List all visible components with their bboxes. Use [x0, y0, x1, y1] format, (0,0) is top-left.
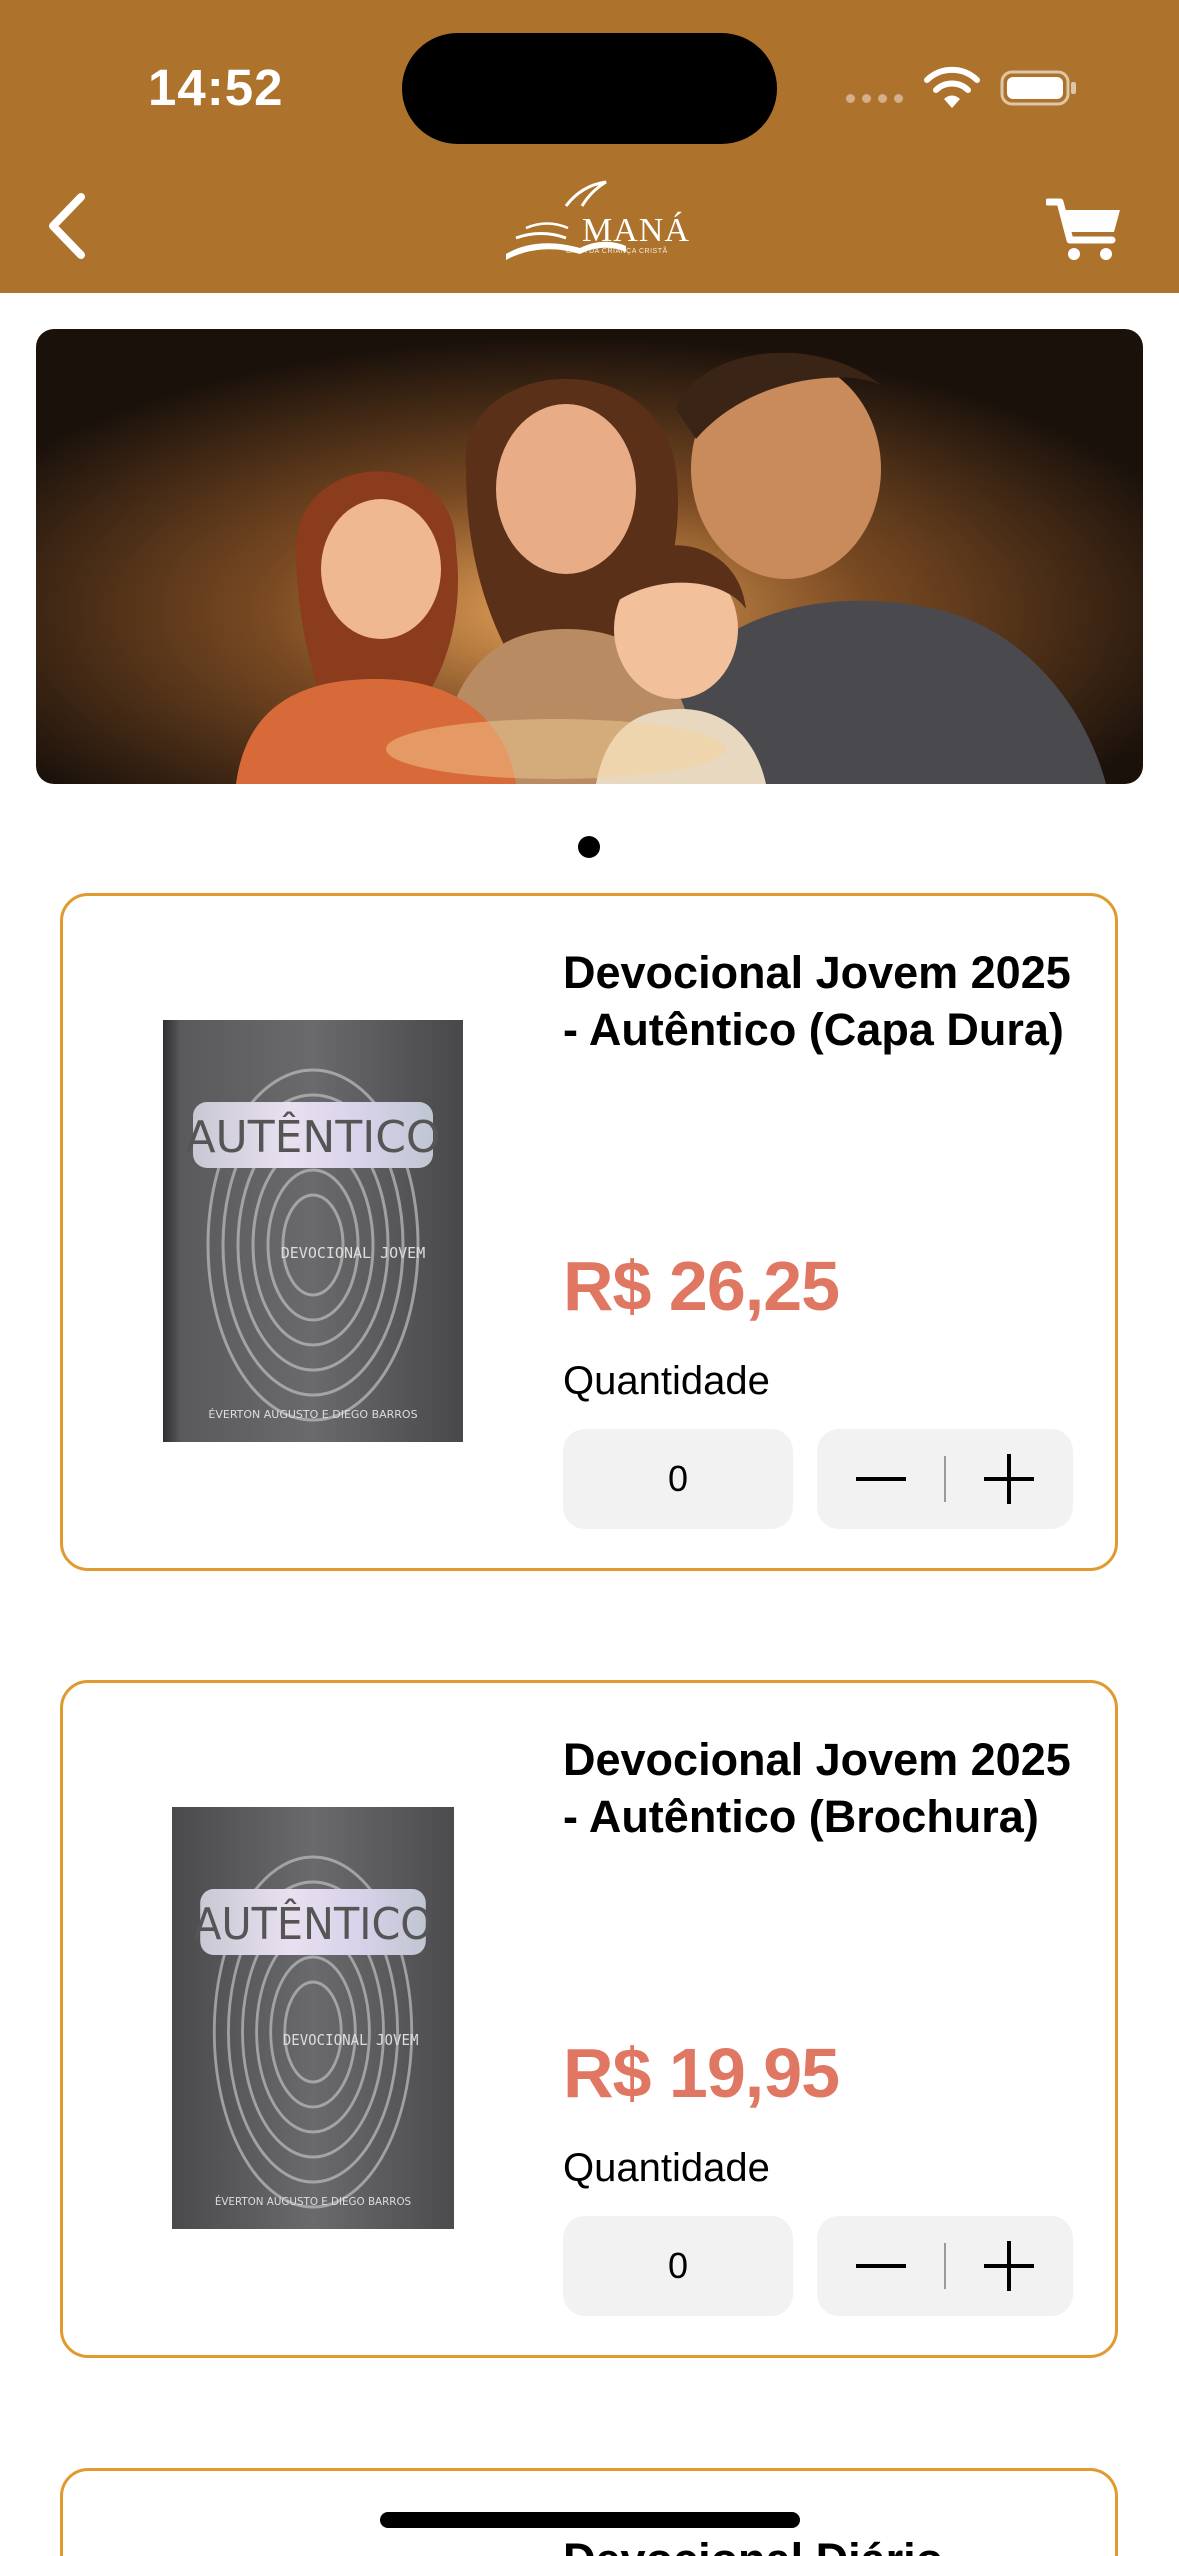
product-price: R$ 26,25	[563, 1247, 840, 1325]
quantity-label: Quantidade	[563, 2146, 770, 2190]
promo-banner-image[interactable]	[36, 329, 1143, 784]
decrement-button[interactable]	[817, 2216, 945, 2316]
minus-icon	[856, 2264, 906, 2268]
cart-button[interactable]	[1046, 196, 1124, 262]
plus-icon	[984, 1454, 1034, 1504]
chevron-left-icon	[49, 193, 85, 259]
product-card[interactable]: AUTÊNTICO DEVOCIONAL JOVEM ÉVERTON AUGUS…	[60, 893, 1118, 1571]
quantity-stepper[interactable]	[817, 2216, 1073, 2316]
logo-text: MANÁ	[582, 212, 690, 249]
plus-icon	[984, 2241, 1034, 2291]
cover-subtitle: DEVOCIONAL JOVEM	[281, 1244, 426, 1262]
status-time: 14:52	[148, 59, 284, 116]
cover-title: AUTÊNTICO	[193, 1898, 433, 1951]
cover-authors: ÉVERTON AUGUSTO E DIEGO BARROS	[215, 2195, 411, 2208]
back-button[interactable]	[36, 186, 96, 266]
wifi-icon	[924, 66, 980, 108]
product-title[interactable]: Devocional Diário	[563, 2531, 1093, 2556]
quantity-label: Quantidade	[563, 1359, 770, 1403]
home-indicator[interactable]	[380, 2512, 800, 2528]
book-cover-image: AUTÊNTICO DEVOCIONAL JOVEM ÉVERTON AUGUS…	[163, 1020, 463, 1442]
increment-button[interactable]	[945, 1429, 1073, 1529]
cart-icon	[1046, 198, 1120, 260]
app-header: 14:52 MANÁ CASA DA CRIANÇA CRISTÃ	[0, 0, 1179, 293]
quantity-field[interactable]: 0	[563, 2216, 793, 2316]
quantity-stepper[interactable]	[817, 1429, 1073, 1529]
decrement-button[interactable]	[817, 1429, 945, 1529]
product-title[interactable]: Devocional Jovem 2025 - Autêntico (Capa …	[563, 944, 1093, 1058]
cover-title: AUTÊNTICO	[185, 1110, 440, 1163]
product-card[interactable]: AUTÊNTICO DEVOCIONAL JOVEM ÉVERTON AUGUS…	[60, 1680, 1118, 2358]
cover-subtitle: DEVOCIONAL JOVEM	[283, 2032, 419, 2050]
increment-button[interactable]	[945, 2216, 1073, 2316]
carousel-indicator-dot[interactable]	[578, 836, 600, 858]
cover-authors: ÉVERTON AUGUSTO E DIEGO BARROS	[208, 1408, 417, 1421]
product-title[interactable]: Devocional Jovem 2025 - Autêntico (Broch…	[563, 1731, 1093, 1845]
dynamic-island	[402, 33, 777, 144]
minus-icon	[856, 1477, 906, 1481]
product-price: R$ 19,95	[563, 2034, 840, 2112]
cellular-signal-icon	[846, 94, 903, 103]
book-cover-image: AUTÊNTICO DEVOCIONAL JOVEM ÉVERTON AUGUS…	[172, 1807, 454, 2229]
battery-icon	[1000, 70, 1076, 106]
quantity-field[interactable]: 0	[563, 1429, 793, 1529]
logo-tagline: CASA DA CRIANÇA CRISTÃ	[566, 248, 668, 255]
